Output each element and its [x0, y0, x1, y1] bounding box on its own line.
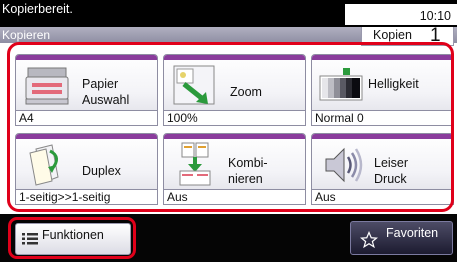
status-message: Kopierbereit. [2, 2, 73, 16]
mode-title: Kopieren [2, 28, 51, 42]
functions-label: Funktionen [42, 228, 104, 242]
copies-label: Kopien [373, 28, 412, 42]
function-grid-highlight [7, 42, 454, 212]
star-icon [360, 231, 378, 249]
list-icon [22, 233, 38, 245]
status-bar: Kopierbereit. 10:10 [0, 0, 457, 27]
favorites-label: Favoriten [386, 226, 439, 240]
functions-button[interactable]: Funktionen [15, 223, 131, 255]
favorites-button[interactable]: Favoriten [350, 221, 453, 255]
clock: 10:10 [417, 8, 453, 24]
